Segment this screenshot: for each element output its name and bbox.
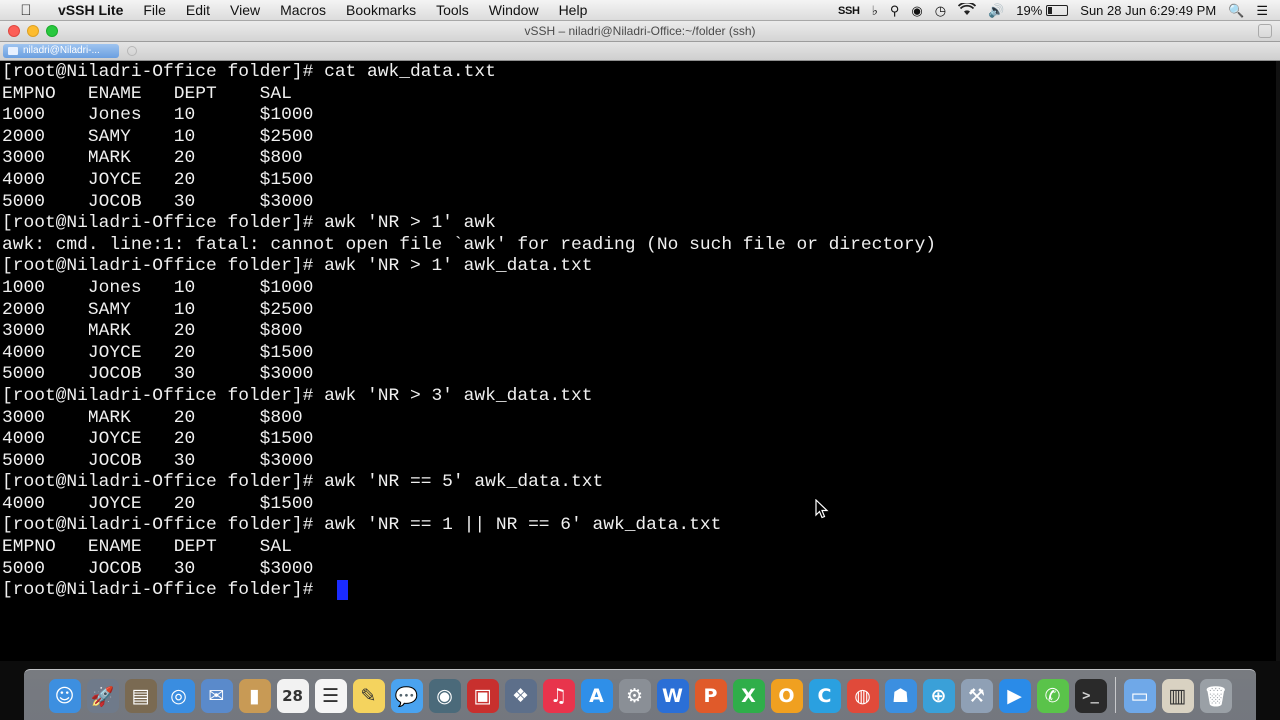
- tab-session-label: niladri@Niladri-...: [23, 45, 100, 56]
- terminal-line: EMPNO ENAME DEPT SAL: [2, 537, 292, 558]
- terminal-scrollbar[interactable]: [1276, 61, 1280, 661]
- mouse-pointer-icon: [815, 499, 829, 519]
- tab-session[interactable]: niladri@Niladri-...: [3, 44, 119, 58]
- mail-stamp-icon[interactable]: ✉: [200, 679, 233, 713]
- terminal-line: 5000 JOCOB 30 $3000: [2, 364, 314, 385]
- chrome-icon[interactable]: ◍: [846, 679, 879, 713]
- lync-icon[interactable]: C: [808, 679, 841, 713]
- menu-bar:  vSSH Lite File Edit View Macros Bookma…: [0, 0, 1280, 21]
- spotlight-search-icon[interactable]: 🔍: [1228, 3, 1244, 19]
- messages-icon[interactable]: 💬: [390, 679, 423, 713]
- outlook-icon[interactable]: O: [770, 679, 803, 713]
- terminal-line: 4000 JOYCE 20 $1500: [2, 429, 314, 450]
- battery-fill: [1048, 7, 1052, 14]
- finder-icon[interactable]: ☺: [48, 679, 81, 713]
- dock-separator: [1114, 677, 1116, 713]
- terminal-line: awk: cmd. line:1: fatal: cannot open fil…: [2, 234, 937, 255]
- battery-percent: 19%: [1016, 3, 1043, 18]
- iphoto-icon[interactable]: ❖: [504, 679, 537, 713]
- word-icon[interactable]: W: [656, 679, 689, 713]
- terminal-line: 5000 JOCOB 30 $3000: [2, 450, 314, 471]
- dock: ☺ 🚀 ▤ ◎ ✉ ▮ 28 ☰ ✎ 💬 ◉ ▣ ❖ ♫ A ⚙ W P X O C ◍ ☗ ⊕ ⚒ ▶ ✆ >_ ▭ ▥ 🗑: [24, 669, 1256, 720]
- window-title-bar[interactable]: vSSH – niladri@Niladri-Office:~/folder (…: [0, 21, 1280, 42]
- vssh-terminal-icon[interactable]: >_: [1074, 679, 1107, 713]
- terminal-line: [root@Niladri-Office folder]# awk 'NR > …: [2, 213, 496, 234]
- circle-status-icon[interactable]: ◉: [911, 3, 922, 19]
- safari-icon[interactable]: ◎: [162, 679, 195, 713]
- terminal-line: 4000 JOYCE 20 $1500: [2, 493, 314, 514]
- chat-bubble-icon[interactable]: ✆: [1036, 679, 1069, 713]
- menu-tools[interactable]: Tools: [426, 2, 479, 18]
- trash-icon[interactable]: 🗑: [1199, 679, 1232, 713]
- notes-icon[interactable]: ✎: [352, 679, 385, 713]
- ssh-status-icon[interactable]: SSH: [838, 5, 860, 17]
- terminal-line: EMPNO ENAME DEPT SAL: [2, 83, 292, 104]
- terminal-line: 3000 MARK 20 $800: [2, 321, 303, 342]
- apple-menu-icon[interactable]: : [16, 2, 36, 19]
- terminal-line: 1000 Jones 10 $1000: [2, 277, 314, 298]
- calendar-icon[interactable]: 28: [276, 679, 309, 713]
- terminal-line: 4000 JOYCE 20 $1500: [2, 169, 314, 190]
- system-preferences-icon[interactable]: ⚙: [618, 679, 651, 713]
- terminal-line: [root@Niladri-Office folder]#: [2, 580, 325, 601]
- terminal-line: [root@Niladri-Office folder]# awk 'NR > …: [2, 385, 593, 406]
- menu-bookmarks[interactable]: Bookmarks: [336, 2, 426, 18]
- terminal-line: [root@Niladri-Office folder]# awk 'NR ==…: [2, 515, 722, 536]
- terminal-lines: [root@Niladri-Office folder]# cat awk_da…: [2, 62, 936, 602]
- itunes-icon[interactable]: ♫: [542, 679, 575, 713]
- terminal-line: [root@Niladri-Office folder]# cat awk_da…: [2, 62, 496, 82]
- battery-icon: [1046, 5, 1069, 16]
- system-utility-icon[interactable]: ▤: [124, 679, 157, 713]
- menu-macros[interactable]: Macros: [270, 2, 336, 18]
- tab-bar: niladri@Niladri-...: [0, 42, 1280, 61]
- network-globe-icon[interactable]: ⊕: [922, 679, 955, 713]
- terminal-line: 4000 JOYCE 20 $1500: [2, 342, 314, 363]
- terminal-tab-icon: [8, 47, 18, 55]
- terminal-cursor: [337, 580, 348, 600]
- contacts-icon[interactable]: ▮: [238, 679, 271, 713]
- battery-status[interactable]: 19%: [1016, 3, 1069, 18]
- terminal-line: 2000 SAMY 10 $2500: [2, 299, 314, 320]
- fullscreen-button[interactable]: [1258, 24, 1272, 38]
- launchpad-icon[interactable]: 🚀: [86, 679, 119, 713]
- facetime-icon[interactable]: ◉: [428, 679, 461, 713]
- volume-icon[interactable]: 🔊: [988, 3, 1004, 19]
- reminders-icon[interactable]: ☰: [314, 679, 347, 713]
- terminal-line: [root@Niladri-Office folder]# awk 'NR ==…: [2, 472, 604, 493]
- app-store-icon[interactable]: A: [580, 679, 613, 713]
- status-menu-area: SSH ♭ ⚲ ◉ ◷ 🔊 19% Sun 28 Jun 6:29:49 PM …: [838, 0, 1280, 21]
- terminal-line: 3000 MARK 20 $800: [2, 407, 303, 428]
- clock[interactable]: Sun 28 Jun 6:29:49 PM: [1080, 3, 1216, 18]
- powerpoint-icon[interactable]: P: [694, 679, 727, 713]
- video-camera-icon[interactable]: ▶: [998, 679, 1031, 713]
- podcast-icon[interactable]: ⚲: [890, 3, 900, 19]
- terminal-line: 3000 MARK 20 $800: [2, 148, 303, 169]
- menu-help[interactable]: Help: [549, 2, 598, 18]
- terminal-line: 5000 JOCOB 30 $3000: [2, 558, 314, 579]
- terminal-line: 1000 Jones 10 $1000: [2, 105, 314, 126]
- documents-stack-icon[interactable]: ▥: [1161, 679, 1194, 713]
- terminal-line: 2000 SAMY 10 $2500: [2, 126, 314, 147]
- wifi-icon[interactable]: [957, 1, 977, 19]
- excel-icon[interactable]: X: [732, 679, 765, 713]
- terminal-line: 5000 JOCOB 30 $3000: [2, 191, 314, 212]
- menu-edit[interactable]: Edit: [176, 2, 220, 18]
- applications-folder-icon[interactable]: ▭: [1123, 679, 1156, 713]
- menu-file[interactable]: File: [133, 2, 176, 18]
- photo-booth-icon[interactable]: ▣: [466, 679, 499, 713]
- xcode-icon[interactable]: ⚒: [960, 679, 993, 713]
- menu-view[interactable]: View: [220, 2, 270, 18]
- bell-icon[interactable]: ♭: [872, 3, 878, 19]
- menu-window[interactable]: Window: [479, 2, 549, 18]
- terminal-output[interactable]: [root@Niladri-Office folder]# cat awk_da…: [0, 61, 1276, 661]
- time-machine-icon[interactable]: ◷: [935, 3, 946, 19]
- new-tab-button[interactable]: [127, 46, 137, 56]
- notification-center-icon[interactable]: ☰: [1256, 3, 1268, 19]
- terminal-line: [root@Niladri-Office folder]# awk 'NR > …: [2, 256, 593, 277]
- window-title: vSSH – niladri@Niladri-Office:~/folder (…: [524, 24, 756, 38]
- app-menu-vssh-lite[interactable]: vSSH Lite: [48, 2, 133, 18]
- people-icon[interactable]: ☗: [884, 679, 917, 713]
